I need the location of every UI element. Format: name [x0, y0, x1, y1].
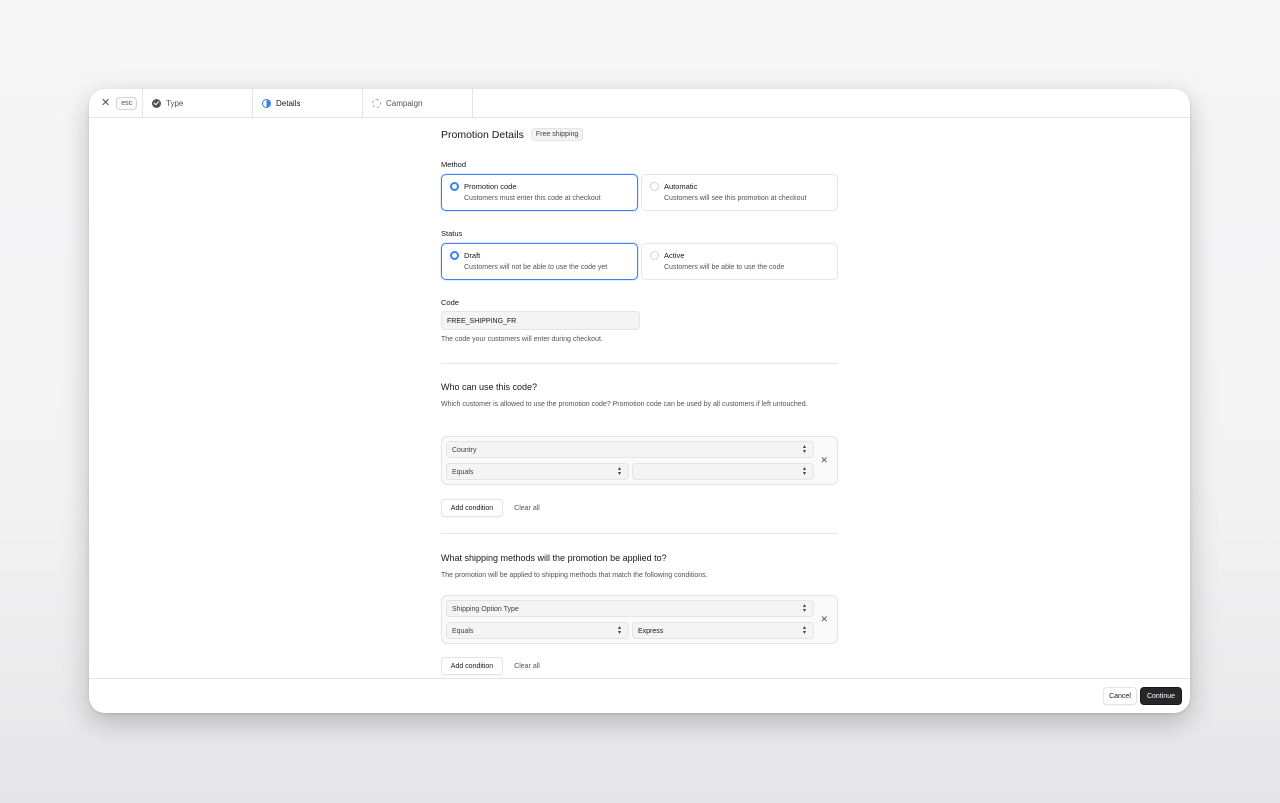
stepper-bar: ✕ esc Type Details Campaign — [89, 89, 1190, 118]
add-condition-button[interactable]: Add condition — [441, 657, 503, 675]
select-value: Express — [638, 628, 664, 635]
step-label: Campaign — [386, 98, 423, 108]
promotion-modal: ✕ esc Type Details Campaign Promotion De… — [89, 89, 1190, 713]
close-button[interactable]: ✕ esc — [89, 89, 143, 117]
shipping-section-description: The promotion will be applied to shippin… — [441, 572, 708, 579]
chevron-up-down-icon: ▴ ▾ — [802, 603, 806, 614]
divider — [441, 533, 838, 534]
option-title: Active — [664, 251, 685, 260]
condition-group: Shipping Option Type ▴ ▾ Equals ▴ ▾ Expres… — [441, 595, 838, 644]
option-description: Customers will be able to use the code — [664, 264, 785, 271]
attribute-select[interactable]: Shipping Option Type ▴ ▾ — [446, 600, 814, 617]
who-section-description: Which customer is allowed to use the pro… — [441, 401, 808, 408]
chevron-up-down-icon: ▴ ▾ — [802, 625, 806, 636]
method-label: Method — [441, 160, 467, 169]
option-title: Draft — [464, 251, 481, 260]
remove-condition-icon[interactable]: ✕ — [820, 456, 828, 465]
select-value: Equals — [452, 469, 474, 476]
method-option-automatic[interactable]: Automatic Customers will see this promot… — [641, 174, 838, 211]
remove-condition-icon[interactable]: ✕ — [820, 615, 828, 624]
clear-all-button[interactable]: Clear all — [507, 499, 547, 517]
status-label: Status — [441, 229, 463, 238]
step-details[interactable]: Details — [253, 89, 363, 117]
dashed-circle-icon — [372, 98, 381, 108]
status-option-active[interactable]: Active Customers will be able to use the… — [641, 243, 838, 280]
chevron-up-down-icon: ▴ ▾ — [802, 466, 806, 477]
check-circle-icon — [152, 98, 161, 108]
step-campaign[interactable]: Campaign — [363, 89, 473, 117]
chevron-up-down-icon: ▴ ▾ — [617, 625, 621, 636]
status-option-draft[interactable]: Draft Customers will not be able to use … — [441, 243, 638, 280]
option-description: Customers will not be able to use the co… — [464, 264, 608, 271]
chevron-up-down-icon: ▴ ▾ — [802, 444, 806, 455]
method-option-promotion-code[interactable]: Promotion code Customers must enter this… — [441, 174, 638, 211]
chevron-up-down-icon: ▴ ▾ — [617, 466, 621, 477]
who-section-title: Who can use this code? — [441, 382, 538, 392]
radio-selected[interactable] — [450, 182, 459, 191]
value-select[interactable]: ▴ ▾ — [632, 463, 814, 480]
option-description: Customers will see this promotion at che… — [664, 195, 807, 202]
radio-unselected[interactable] — [650, 182, 659, 191]
page-header: Promotion Details Free shipping — [441, 128, 584, 141]
operator-select[interactable]: Equals ▴ ▾ — [446, 463, 629, 480]
value-select[interactable]: Express ▴ ▾ — [632, 622, 814, 639]
shipping-section-title: What shipping methods will the promotion… — [441, 553, 667, 563]
clear-all-button[interactable]: Clear all — [507, 657, 547, 675]
code-hint: The code your customers will enter durin… — [441, 336, 603, 343]
step-label: Type — [166, 98, 184, 108]
select-value: Equals — [452, 628, 474, 635]
close-icon: ✕ — [101, 96, 111, 109]
code-input[interactable]: FREE_SHIPPING_FR — [441, 311, 640, 330]
option-description: Customers must enter this code at checko… — [464, 195, 601, 202]
attribute-select[interactable]: Country ▴ ▾ — [446, 441, 814, 458]
divider — [441, 363, 838, 364]
option-title: Promotion code — [464, 182, 517, 191]
select-value: Country — [452, 447, 477, 454]
step-label: Details — [276, 98, 301, 108]
code-label: Code — [441, 298, 459, 307]
radio-unselected[interactable] — [650, 251, 659, 260]
modal-footer: Cancel Continue — [89, 678, 1190, 713]
condition-group: Country ▴ ▾ Equals ▴ ▾ ▴ ▾ ✕ — [441, 436, 838, 485]
page-title: Promotion Details — [441, 128, 524, 141]
esc-shortcut: esc — [116, 96, 138, 110]
step-type[interactable]: Type — [143, 89, 253, 117]
promotion-type-badge: Free shipping — [530, 128, 584, 141]
continue-button[interactable]: Continue — [1140, 687, 1182, 705]
half-circle-icon — [262, 98, 271, 108]
operator-select[interactable]: Equals ▴ ▾ — [446, 622, 629, 639]
option-title: Automatic — [664, 182, 698, 191]
cancel-button[interactable]: Cancel — [1103, 687, 1137, 705]
add-condition-button[interactable]: Add condition — [441, 499, 503, 517]
select-value: Shipping Option Type — [452, 606, 519, 613]
radio-selected[interactable] — [450, 251, 459, 260]
